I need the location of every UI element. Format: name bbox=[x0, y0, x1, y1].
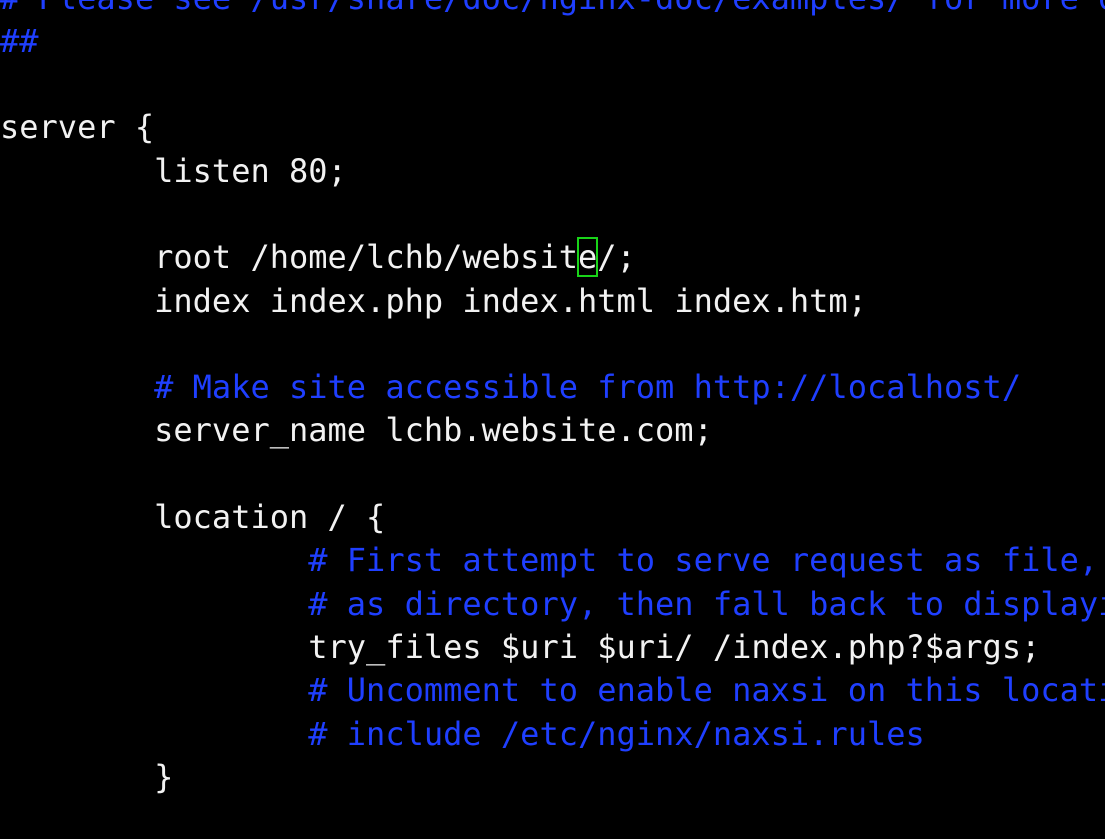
text-cursor: e bbox=[576, 237, 599, 277]
code-line-comment: # Make site accessible from http://local… bbox=[0, 368, 1022, 406]
terminal-window[interactable]: # Please see /usr/share/doc/nginx-doc/ex… bbox=[0, 0, 1105, 839]
code-line-server-name: server_name lchb.website.com; bbox=[0, 411, 713, 449]
code-line-comment: ## bbox=[0, 22, 39, 60]
code-line-closing-brace: } bbox=[0, 758, 174, 796]
code-line-comment: # as directory, then fall back to displa… bbox=[308, 585, 1105, 623]
code-line-comment: # Uncomment to enable naxsi on this loca… bbox=[0, 671, 1105, 709]
root-text-before-cursor: root /home/lchb/websit bbox=[0, 238, 578, 276]
code-line-comment: # include /etc/nginx/naxsi.rules bbox=[0, 715, 925, 753]
code-line-comment: # First attempt to serve request as file… bbox=[0, 541, 1105, 579]
code-line-root: root /home/lchb/website/; bbox=[0, 236, 636, 279]
code-line-listen: listen 80; bbox=[0, 152, 347, 190]
code-line-index: index index.php index.html index.htm; bbox=[0, 282, 867, 320]
code-line-comment: # Please see /usr/share/doc/nginx-doc/ex… bbox=[0, 0, 1105, 20]
code-line-server-block: server { bbox=[0, 108, 155, 146]
code-line-try-files: try_files $uri $uri/ /index.php?$args; bbox=[0, 628, 1041, 666]
code-line-location: location / { bbox=[0, 498, 386, 536]
root-text-after-cursor: /; bbox=[597, 238, 636, 276]
